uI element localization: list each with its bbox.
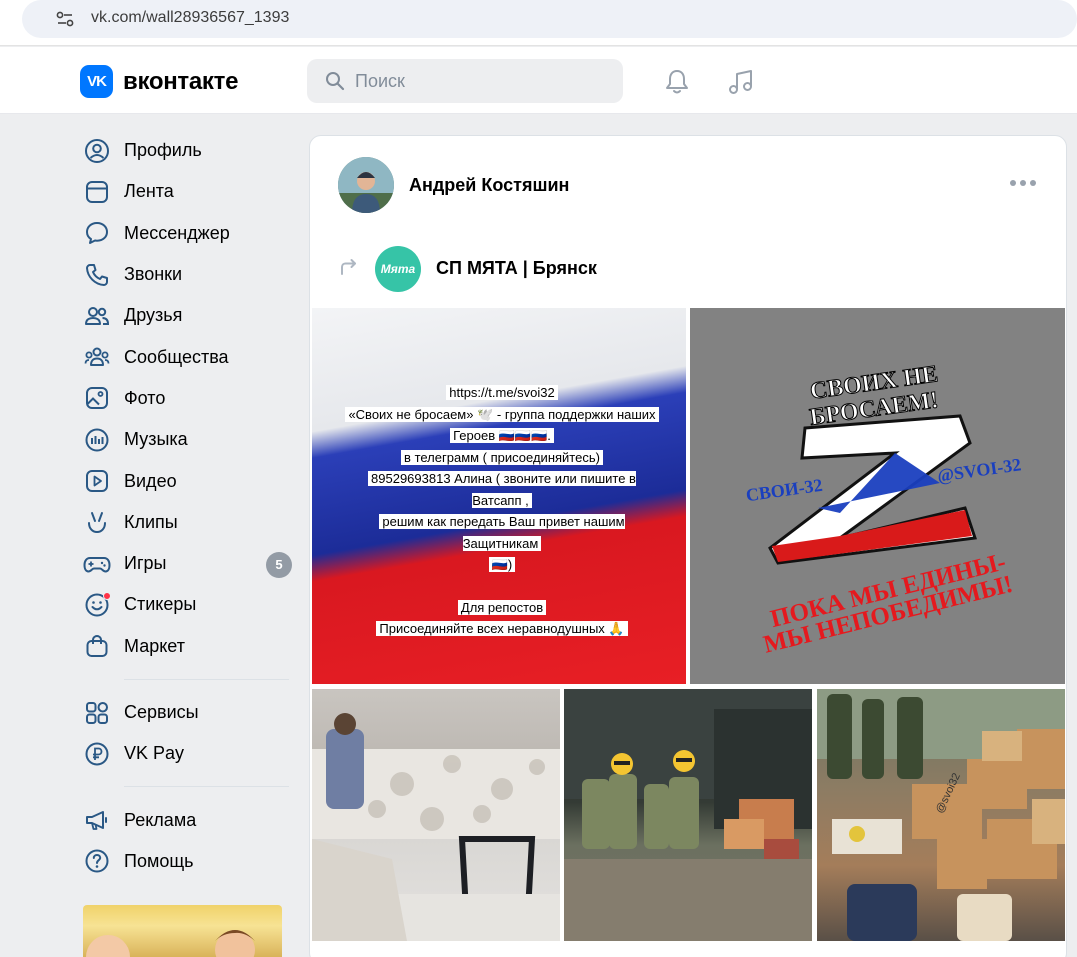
- wall-post-card: Андрей Костяшин Мята СП МЯТА | Брянск ht…: [309, 135, 1067, 957]
- sidebar-item-label: Музыка: [124, 429, 188, 450]
- sidebar-item-label: Видео: [124, 470, 177, 491]
- search-icon: [326, 72, 345, 91]
- sidebar-item-label: Друзья: [124, 305, 183, 326]
- post-photo-4[interactable]: [564, 689, 812, 941]
- caption-line: 🇷🇺): [488, 557, 516, 572]
- vkpay-icon: [81, 738, 113, 770]
- repost-source-name[interactable]: СП МЯТА | Брянск: [436, 258, 597, 279]
- post-photo-1[interactable]: https://t.me/svoi32 «Своих не бросаем» 🕊…: [312, 308, 686, 684]
- browser-url-bar: vk.com/wall28936567_1393: [0, 0, 1077, 46]
- sidebar-item-label: Маркет: [124, 635, 185, 656]
- sidebar-item-label: Мессенджер: [124, 222, 230, 243]
- caption-line: 89529693813 Алина ( звоните или пишите в…: [368, 471, 636, 508]
- sidebar-item-profile[interactable]: Профиль: [80, 130, 295, 171]
- games-icon: [81, 548, 113, 580]
- address-field[interactable]: vk.com/wall28936567_1393: [22, 0, 1077, 38]
- sidebar-item-label: Фото: [124, 387, 166, 408]
- post-photo-2[interactable]: СВОИХ НЕ БРОСАЕМ! СВОИ-32 @SVOI-32 ПОКА …: [690, 308, 1065, 684]
- photo-icon: [81, 382, 113, 414]
- friends-icon: [81, 300, 113, 332]
- logo-text: вконтакте: [123, 67, 239, 95]
- sidebar-item-label: Сервисы: [124, 702, 199, 722]
- repost-avatar-text: Мята: [380, 262, 416, 276]
- sidebar-item-ads[interactable]: Реклама: [80, 799, 295, 840]
- services-icon: [81, 697, 113, 729]
- sidebar-item-games[interactable]: Игры 5: [80, 543, 295, 584]
- sidebar-item-clips[interactable]: Клипы: [80, 502, 295, 543]
- sidebar-item-label: Лента: [124, 181, 174, 202]
- sidebar-item-label: Игры: [124, 553, 167, 574]
- photo-1-caption: https://t.me/svoi32 «Своих не бросаем» 🕊…: [342, 382, 662, 640]
- vk-logo[interactable]: VK вконтакте: [80, 65, 238, 98]
- clips-icon: [81, 506, 113, 538]
- sidebar-item-calls[interactable]: Звонки: [80, 254, 295, 295]
- new-indicator-dot: [103, 591, 111, 600]
- video-icon: [81, 465, 113, 497]
- bell-icon[interactable]: [662, 67, 692, 97]
- vk-header: VK вконтакте: [0, 47, 1077, 114]
- sidebar-item-market[interactable]: Маркет: [80, 626, 295, 667]
- sidebar-item-vkpay[interactable]: VK Pay: [80, 733, 295, 774]
- megaphone-icon: [81, 804, 113, 836]
- sidebar-item-communities[interactable]: Сообщества: [80, 336, 295, 377]
- sidebar-promo-image[interactable]: [83, 905, 282, 957]
- sidebar-item-label: Сообщества: [124, 346, 229, 367]
- communities-icon: [81, 341, 113, 373]
- sidebar-item-label: Профиль: [124, 140, 202, 161]
- repost-arrow-icon: [341, 259, 356, 275]
- sidebar-item-services[interactable]: Сервисы: [80, 692, 295, 733]
- site-info-icon[interactable]: [52, 6, 78, 32]
- post-photo-5[interactable]: @svoi32: [817, 689, 1065, 941]
- left-sidebar: Профиль Лента Мессенджер Звонки Друзья С…: [80, 130, 295, 882]
- repost-source-avatar[interactable]: Мята: [375, 246, 421, 292]
- caption-line: Героев 🇷🇺🇷🇺🇷🇺.: [450, 428, 554, 443]
- sidebar-divider: [124, 786, 289, 788]
- author-name[interactable]: Андрей Костяшин: [409, 175, 569, 196]
- music-bars-icon: [81, 424, 113, 456]
- sidebar-item-label: Реклама: [124, 809, 197, 830]
- sidebar-divider: [124, 678, 289, 680]
- caption-line: решим как передать Ваш привет нашим Защи…: [379, 514, 625, 551]
- caption-line: в телеграмм ( присоединяйтесь): [401, 449, 603, 465]
- sidebar-item-label: Клипы: [124, 511, 178, 532]
- music-icon[interactable]: [726, 67, 756, 97]
- sidebar-item-music[interactable]: Музыка: [80, 419, 295, 460]
- sidebar-item-stickers[interactable]: Стикеры: [80, 584, 295, 625]
- caption-line: https://t.me/svoi32: [446, 385, 558, 400]
- messenger-icon: [81, 217, 113, 249]
- stickers-icon: [81, 589, 113, 621]
- sidebar-item-photos[interactable]: Фото: [80, 378, 295, 419]
- author-avatar[interactable]: [338, 157, 394, 213]
- sidebar-item-video[interactable]: Видео: [80, 460, 295, 501]
- caption-line: «Своих не бросаем» 🕊️ - группа поддержки…: [345, 406, 659, 422]
- sidebar-item-label: VK Pay: [124, 743, 185, 764]
- help-icon: [81, 845, 113, 877]
- more-options-icon[interactable]: [1010, 176, 1036, 190]
- caption-line: Для репостов: [457, 599, 547, 615]
- poster-left-tag: СВОИ-32: [745, 475, 824, 506]
- sidebar-item-messenger[interactable]: Мессенджер: [80, 213, 295, 254]
- sidebar-item-label: Стикеры: [124, 594, 197, 615]
- vk-logo-icon: VK: [80, 65, 113, 98]
- sidebar-item-help[interactable]: Помощь: [80, 841, 295, 882]
- profile-icon: [81, 135, 113, 167]
- feed-icon: [81, 176, 113, 208]
- sidebar-item-feed[interactable]: Лента: [80, 171, 295, 212]
- search-input[interactable]: [355, 70, 595, 92]
- sidebar-item-label: Звонки: [124, 264, 183, 285]
- url-text[interactable]: vk.com/wall28936567_1393: [91, 9, 289, 27]
- games-count-badge: 5: [266, 551, 292, 578]
- sidebar-item-label: Помощь: [124, 850, 194, 871]
- market-icon: [81, 630, 113, 662]
- caption-line: Присоединяйте всех неравнодушных 🙏: [376, 621, 628, 636]
- search-box[interactable]: [307, 59, 623, 103]
- post-photo-3[interactable]: [312, 689, 560, 941]
- phone-icon: [81, 259, 113, 291]
- sidebar-item-friends[interactable]: Друзья: [80, 295, 295, 336]
